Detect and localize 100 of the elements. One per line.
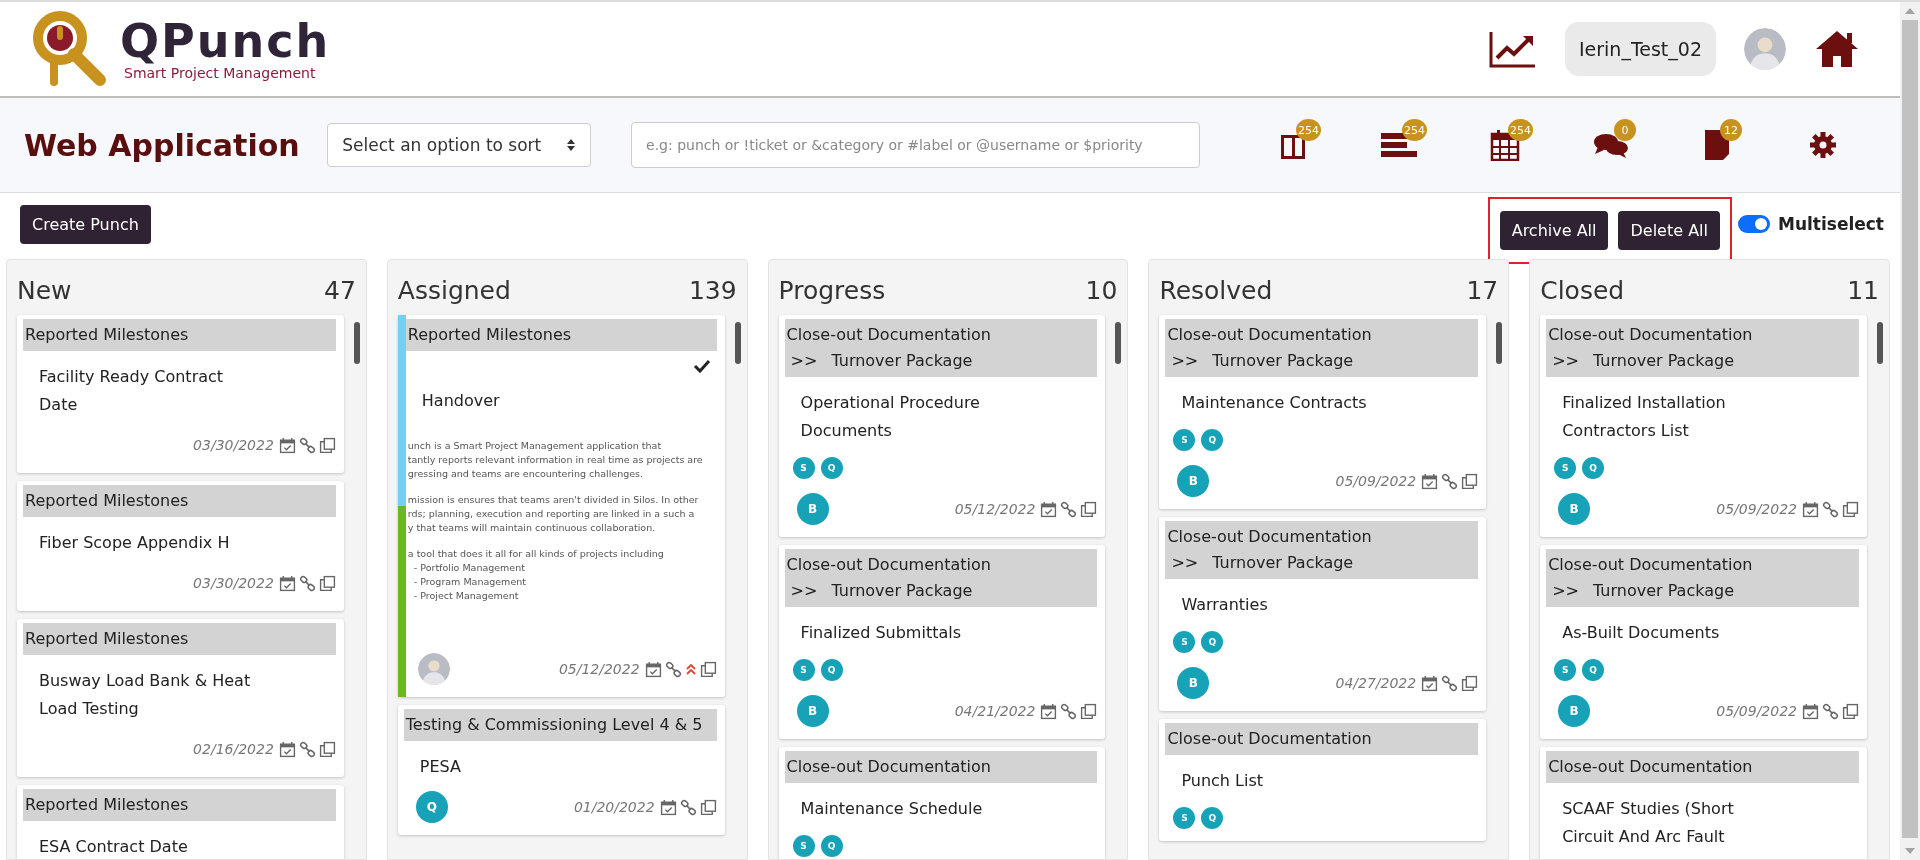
assignee-chip: S: [792, 659, 815, 681]
multiselect-toggle[interactable]: [1738, 215, 1770, 233]
link-icon[interactable]: [1060, 702, 1078, 720]
copy-icon[interactable]: [1842, 702, 1859, 720]
punch-card[interactable]: Close-out Documentation >> Turnover Package As-Built Documents S Q B 05/09/2022: [1540, 545, 1867, 739]
link-icon[interactable]: [1060, 500, 1078, 518]
page-title: Web Application: [24, 127, 301, 163]
category-label: Close-out Documentation: [786, 756, 992, 778]
copy-icon[interactable]: [1080, 500, 1098, 518]
calendar-check-icon[interactable]: [278, 740, 296, 758]
assignee-chip: Q: [1201, 631, 1224, 653]
priority-up-icon: [684, 662, 697, 676]
calendar-check-icon[interactable]: [1421, 674, 1439, 692]
punch-card[interactable]: Close-out Documentation >> Turnover Package Finalized Submittals S Q B 04/21/2022: [778, 545, 1106, 739]
link-icon[interactable]: [298, 740, 316, 758]
copy-icon[interactable]: [318, 740, 336, 758]
subcategory-marker: >>: [790, 580, 818, 602]
calendar-check-icon[interactable]: [644, 660, 662, 678]
punch-card[interactable]: Close-out Documentation Maintenance Schedule S Q: [778, 747, 1106, 859]
scrollbar-thumb[interactable]: [353, 322, 360, 364]
copy-icon[interactable]: [1461, 674, 1479, 692]
category-label: Close-out Documentation: [1548, 324, 1754, 346]
search-field[interactable]: e.g: punch or !ticket or &category or #label or @username or $priority: [631, 122, 1200, 168]
punch-title: Maintenance Schedule: [799, 798, 984, 820]
subcategory-label: Turnover Package: [831, 350, 973, 372]
punch-title: Facility Ready Contract Date: [38, 366, 225, 416]
calendar-check-icon[interactable]: [1421, 472, 1439, 490]
punch-title: Finalized Submittals: [799, 622, 962, 644]
column-count: 11: [1847, 276, 1879, 305]
copy-icon[interactable]: [1461, 472, 1479, 490]
copy-icon[interactable]: [699, 798, 717, 816]
punch-title: Fiber Scope Appendix H: [38, 532, 231, 554]
punch-card[interactable]: Reported Milestones ESA Contract Date: [17, 785, 344, 859]
link-icon[interactable]: [298, 436, 316, 454]
punch-card[interactable]: [397, 315, 725, 697]
home-icon[interactable]: [1814, 29, 1860, 69]
punch-card[interactable]: Testing & Commissioning Level 4 & 5 PESA Q 01/20/2022: [397, 705, 725, 835]
calendar-check-icon[interactable]: [1802, 500, 1819, 518]
check-icon: [692, 359, 711, 373]
punch-card[interactable]: Close-out Documentation >> Turnover Package Operational Procedure Documents S Q B 05/12/2022: [778, 315, 1106, 537]
punch-card[interactable]: Close-out Documentation SCAAF Studies (Short Circuit And Arc Fault: [1540, 747, 1867, 859]
calendar-check-icon[interactable]: [278, 574, 296, 592]
link-icon[interactable]: [1441, 472, 1459, 490]
multiselect-label: Multiselect: [1778, 214, 1884, 234]
calendar-check-icon[interactable]: [278, 436, 296, 454]
chart-icon[interactable]: [1488, 30, 1537, 68]
category-label: Close-out Documentation: [1167, 324, 1373, 346]
subcategory-label: Turnover Package: [1212, 350, 1354, 372]
count-badge: 12: [1720, 119, 1742, 141]
sort-select[interactable]: Select an option to sort: [327, 123, 592, 167]
punch-card[interactable]: Close-out Documentation Punch List S Q: [1159, 719, 1487, 841]
punch-card[interactable]: Reported Milestones Fiber Scope Appendix H 03/30/2022: [17, 481, 344, 611]
copy-icon[interactable]: [699, 660, 717, 678]
calendar-check-icon[interactable]: [1040, 500, 1058, 518]
copy-icon[interactable]: [318, 574, 336, 592]
punch-card[interactable]: Close-out Documentation >> Turnover Package Finalized Installation Contractors List S Q B 05/09/2022: [1540, 315, 1867, 537]
sort-caret-icon: [566, 138, 577, 152]
link-icon[interactable]: [1822, 702, 1839, 720]
avatar: [417, 653, 450, 685]
description-text: a tool that does it all for all kinds of projects including - Portfolio Management - Program Management - Project Management: [407, 547, 665, 603]
punch-card[interactable]: Close-out Documentation >> Turnover Package Maintenance Contracts S Q B 05/09/2022: [1159, 315, 1487, 509]
link-icon[interactable]: [298, 574, 316, 592]
punch-title: Punch List: [1180, 770, 1265, 792]
punch-card[interactable]: Reported Milestones Facility Ready Contract Date 03/30/2022: [17, 315, 344, 473]
link-icon[interactable]: [1822, 500, 1839, 518]
punch-title: Warranties: [1180, 594, 1269, 616]
calendar-check-icon[interactable]: [1802, 702, 1819, 720]
scrollbar-thumb[interactable]: [1496, 322, 1503, 364]
link-icon[interactable]: [664, 660, 682, 678]
subcategory-marker: >>: [790, 350, 818, 372]
punch-title: As-Built Documents: [1561, 622, 1721, 644]
punch-card[interactable]: Close-out Documentation >> Turnover Package Warranties S Q B 04/27/2022: [1159, 517, 1487, 711]
delete-all-button[interactable]: Delete All: [1618, 210, 1720, 250]
assignee-chip: Q: [820, 659, 843, 681]
assignee-chip: Q: [1582, 659, 1605, 681]
scrollbar-thumb[interactable]: [1115, 322, 1122, 364]
copy-icon[interactable]: [318, 436, 336, 454]
owner-avatar: B: [1558, 695, 1591, 727]
subcategory-label: Turnover Package: [1212, 552, 1354, 574]
scrollbar-thumb[interactable]: [1902, 20, 1918, 838]
link-icon[interactable]: [1441, 674, 1459, 692]
calendar-check-icon[interactable]: [659, 798, 677, 816]
scrollbar-thumb[interactable]: [1877, 322, 1883, 364]
settings-icon[interactable]: [1809, 131, 1837, 159]
calendar-check-icon[interactable]: [1040, 702, 1058, 720]
link-icon[interactable]: [679, 798, 697, 816]
scrollbar-thumb[interactable]: [734, 322, 741, 364]
create-punch-button[interactable]: Create Punch: [20, 204, 151, 244]
copy-icon[interactable]: [1842, 500, 1859, 518]
column-title: New: [17, 276, 72, 305]
username-pill[interactable]: Ierin_Test_02: [1564, 22, 1716, 76]
copy-icon[interactable]: [1080, 702, 1098, 720]
category-label: Close-out Documentation: [786, 324, 992, 346]
punch-title: Finalized Installation Contractors List: [1561, 392, 1727, 442]
archive-all-button[interactable]: Archive All: [1499, 210, 1609, 250]
assignee-chip: Q: [820, 835, 843, 857]
category-label: Reported Milestones: [25, 324, 190, 346]
owner-avatar: B: [1558, 493, 1591, 525]
punch-card[interactable]: Reported Milestones Busway Load Bank & Heat Load Testing 02/16/2022: [17, 619, 344, 777]
due-date: 03/30/2022: [193, 437, 274, 453]
